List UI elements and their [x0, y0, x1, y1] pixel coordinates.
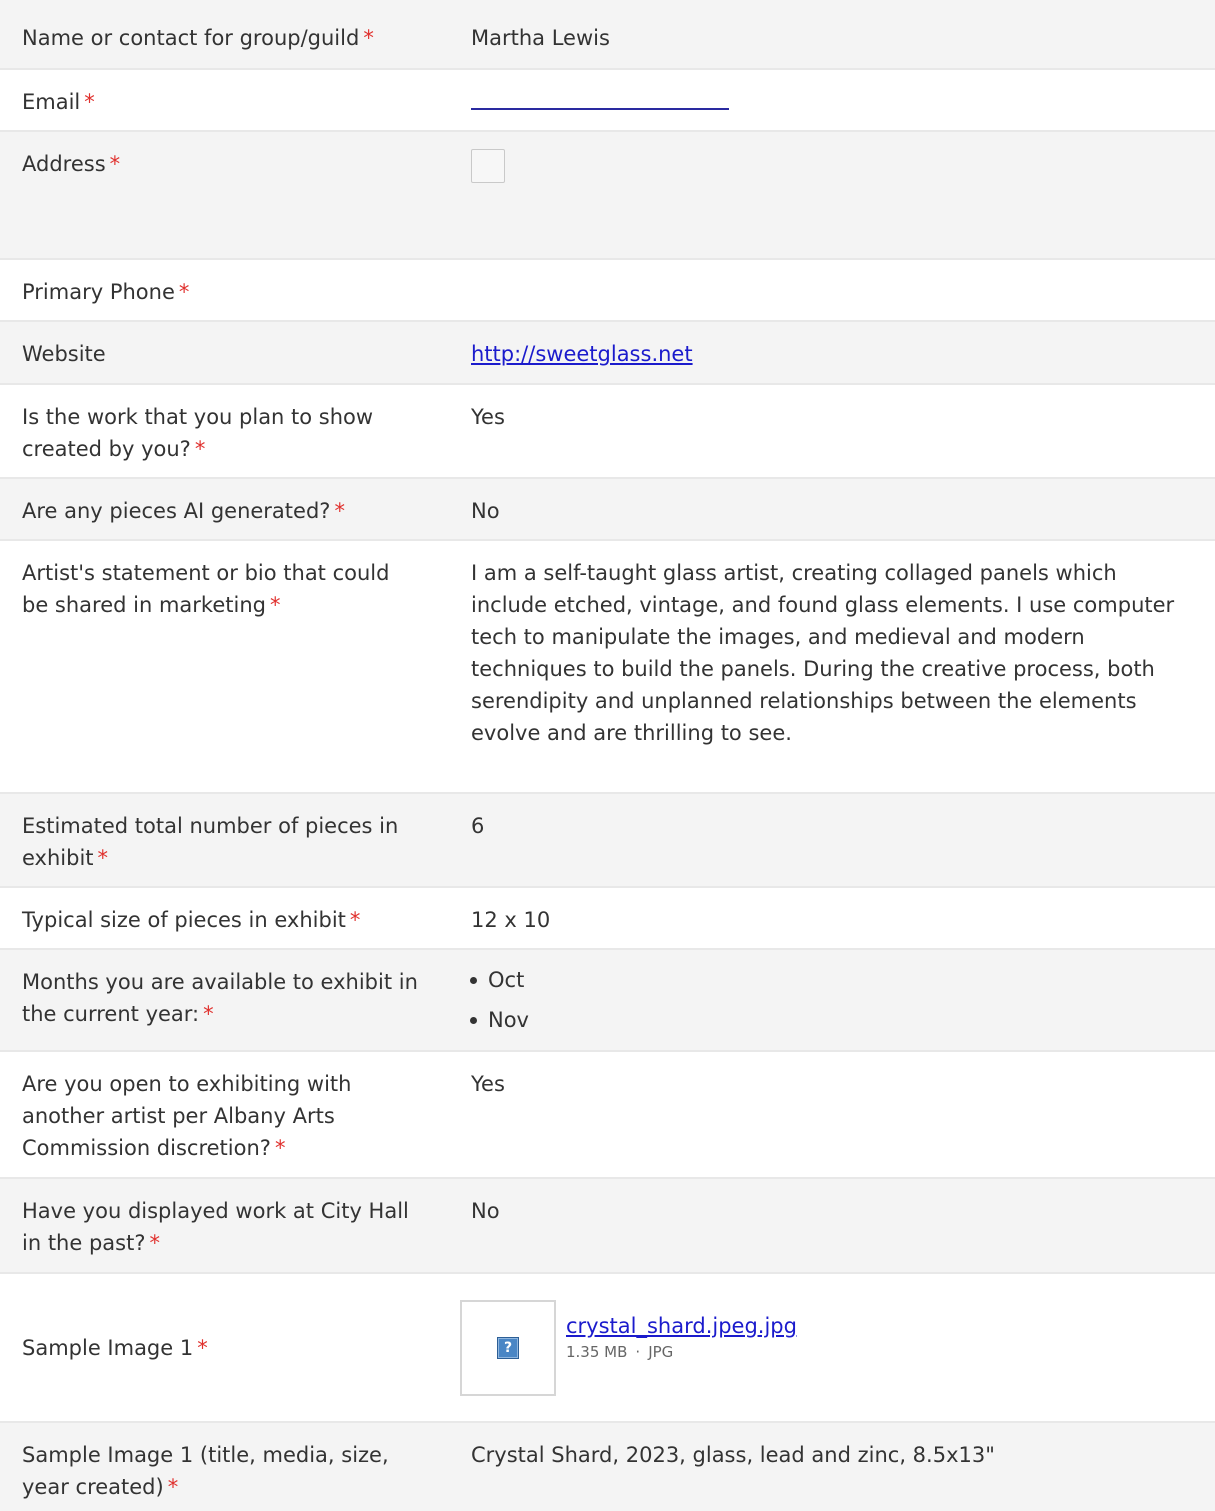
field-row-address: Address * — [0, 130, 1215, 258]
field-row-name: Name or contact for group/guild * Martha … — [0, 0, 1215, 68]
field-label: Sample Image 1 (title, media, size, year… — [22, 1443, 389, 1499]
website-link[interactable]: http://sweetglass.net — [471, 342, 693, 366]
file-info: crystal_shard.jpeg.jpg 1.35 MB · JPG — [566, 1311, 797, 1363]
field-row-phone: Primary Phone * — [0, 258, 1215, 320]
field-row-num-pieces: Estimated total number of pieces in exhi… — [0, 792, 1215, 886]
field-row-sample-image-1-desc: Sample Image 1 (title, media, size, year… — [0, 1421, 1215, 1511]
required-mark: * — [363, 26, 374, 50]
file-name-link[interactable]: crystal_shard.jpeg.jpg — [566, 1314, 797, 1338]
field-label: Name or contact for group/guild * — [22, 26, 374, 50]
field-label: Are any pieces AI generated? * — [22, 499, 345, 523]
field-value-email — [446, 86, 1215, 130]
required-mark: * — [203, 1002, 214, 1026]
field-label: Are you open to exhibiting with another … — [22, 1072, 352, 1160]
field-value-displayed-before: No — [471, 1199, 500, 1223]
field-row-displayed-before: Have you displayed work at City Hall in … — [0, 1177, 1215, 1272]
field-label: Primary Phone * — [22, 280, 190, 304]
required-mark: * — [274, 1136, 286, 1160]
field-label: Sample Image 1 * — [22, 1335, 208, 1360]
field-value-sample-image-1: ? crystal_shard.jpeg.jpg 1.35 MB · JPG — [446, 1299, 1215, 1396]
field-value-typical-size: 12 x 10 — [471, 908, 551, 932]
field-value-open-to-sharing: Yes — [471, 1072, 505, 1096]
field-value-created-by-you: Yes — [471, 405, 505, 429]
field-value-website: http://sweetglass.net — [446, 338, 1215, 383]
list-item: Oct — [466, 964, 1195, 996]
file-attachment: ? crystal_shard.jpeg.jpg 1.35 MB · JPG — [460, 1299, 1195, 1396]
field-value-name: Martha Lewis — [471, 26, 610, 50]
required-mark: * — [97, 846, 109, 870]
field-value-address — [446, 148, 1215, 258]
broken-image-question-icon: ? — [497, 1336, 519, 1359]
field-value-months: Oct Nov — [446, 964, 1215, 1050]
field-row-typical-size: Typical size of pieces in exhibit * 12 x … — [0, 886, 1215, 948]
field-label: Estimated total number of pieces in exhi… — [22, 814, 399, 870]
required-mark: * — [149, 1231, 160, 1255]
field-row-email: Email * — [0, 68, 1215, 130]
file-size: 1.35 MB — [566, 1342, 628, 1361]
field-row-ai-generated: Are any pieces AI generated? * No — [0, 477, 1215, 539]
field-value-num-pieces: 6 — [471, 814, 485, 838]
required-mark: * — [349, 908, 361, 932]
file-meta: 1.35 MB · JPG — [566, 1341, 797, 1363]
field-label: Months you are available to exhibit in t… — [22, 970, 418, 1026]
field-row-open-to-sharing: Are you open to exhibiting with another … — [0, 1050, 1215, 1177]
required-mark: * — [197, 1335, 208, 1360]
field-value-ai-generated: No — [471, 499, 500, 523]
required-mark: * — [84, 90, 95, 114]
field-label: Email * — [22, 90, 95, 114]
field-label: Artist's statement or bio that could be … — [22, 561, 390, 617]
required-mark: * — [269, 593, 281, 617]
field-label: Address * — [22, 152, 121, 176]
required-mark: * — [334, 499, 345, 523]
field-row-statement: Artist's statement or bio that could be … — [0, 539, 1215, 792]
field-value-statement: I am a self-taught glass artist, creatin… — [471, 561, 1175, 745]
field-row-website: Website http://sweetglass.net — [0, 320, 1215, 383]
required-mark: * — [178, 280, 190, 304]
field-value-phone — [446, 276, 1215, 320]
required-mark: * — [167, 1475, 179, 1499]
field-label: Typical size of pieces in exhibit * — [22, 908, 361, 932]
months-list: Oct Nov — [466, 964, 1195, 1036]
field-label: Website — [22, 342, 106, 366]
meta-separator: · — [635, 1342, 641, 1361]
form-entry: Name or contact for group/guild * Martha … — [0, 0, 1215, 1511]
field-value-sample-image-1-desc: Crystal Shard, 2023, glass, lead and zin… — [471, 1443, 995, 1467]
field-label: Is the work that you plan to show create… — [22, 405, 374, 461]
email-link[interactable] — [471, 84, 729, 110]
field-row-sample-image-1: Sample Image 1 * ? crystal_shard.jpeg.jpg… — [0, 1272, 1215, 1421]
list-item: Nov — [466, 1004, 1195, 1036]
required-mark: * — [109, 152, 121, 176]
field-label: Have you displayed work at City Hall in … — [22, 1199, 409, 1255]
file-type: JPG — [648, 1342, 674, 1361]
address-checkbox[interactable] — [471, 149, 505, 183]
field-row-created-by-you: Is the work that you plan to show create… — [0, 383, 1215, 477]
required-mark: * — [194, 437, 206, 461]
field-row-months: Months you are available to exhibit in t… — [0, 948, 1215, 1050]
file-thumbnail[interactable]: ? — [460, 1299, 556, 1396]
